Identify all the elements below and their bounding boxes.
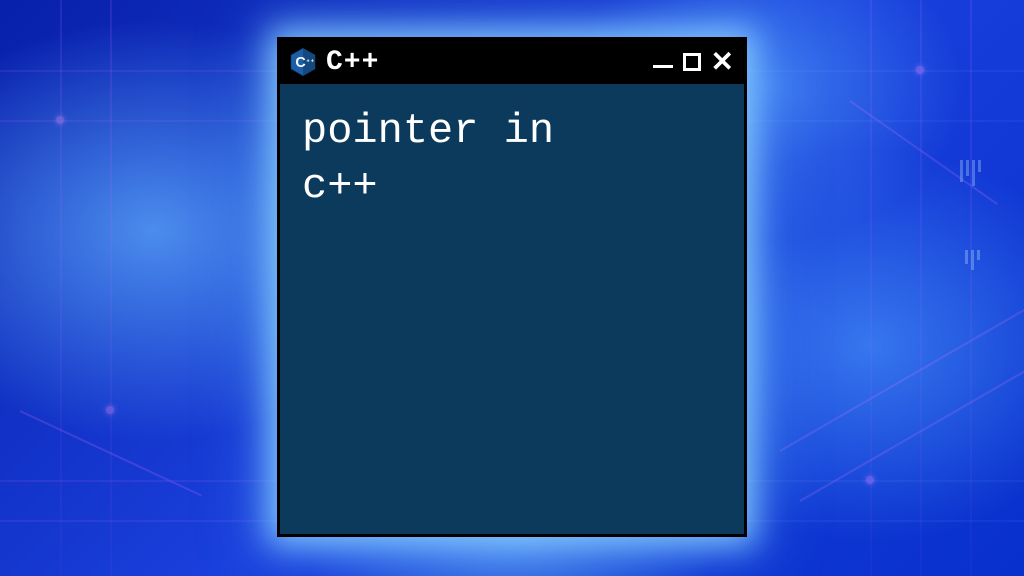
terminal-line-2: c++ (302, 159, 722, 214)
minimize-button[interactable] (653, 57, 673, 68)
window-title: C++ (326, 47, 379, 78)
cpp-logo-icon: C + + (288, 47, 318, 77)
window-controls: ✕ (653, 48, 734, 76)
svg-text:+: + (311, 59, 314, 65)
terminal-content: pointer in c++ (280, 84, 744, 233)
terminal-line-1: pointer in (302, 104, 722, 159)
svg-text:+: + (307, 59, 310, 65)
minimize-icon (653, 65, 673, 68)
window-titlebar[interactable]: C + + C++ ✕ (280, 40, 744, 84)
maximize-button[interactable] (683, 53, 701, 71)
terminal-window: C + + C++ ✕ pointer in c++ (277, 37, 747, 537)
svg-text:C: C (295, 55, 305, 71)
close-button[interactable]: ✕ (711, 48, 734, 76)
maximize-icon (683, 53, 701, 71)
